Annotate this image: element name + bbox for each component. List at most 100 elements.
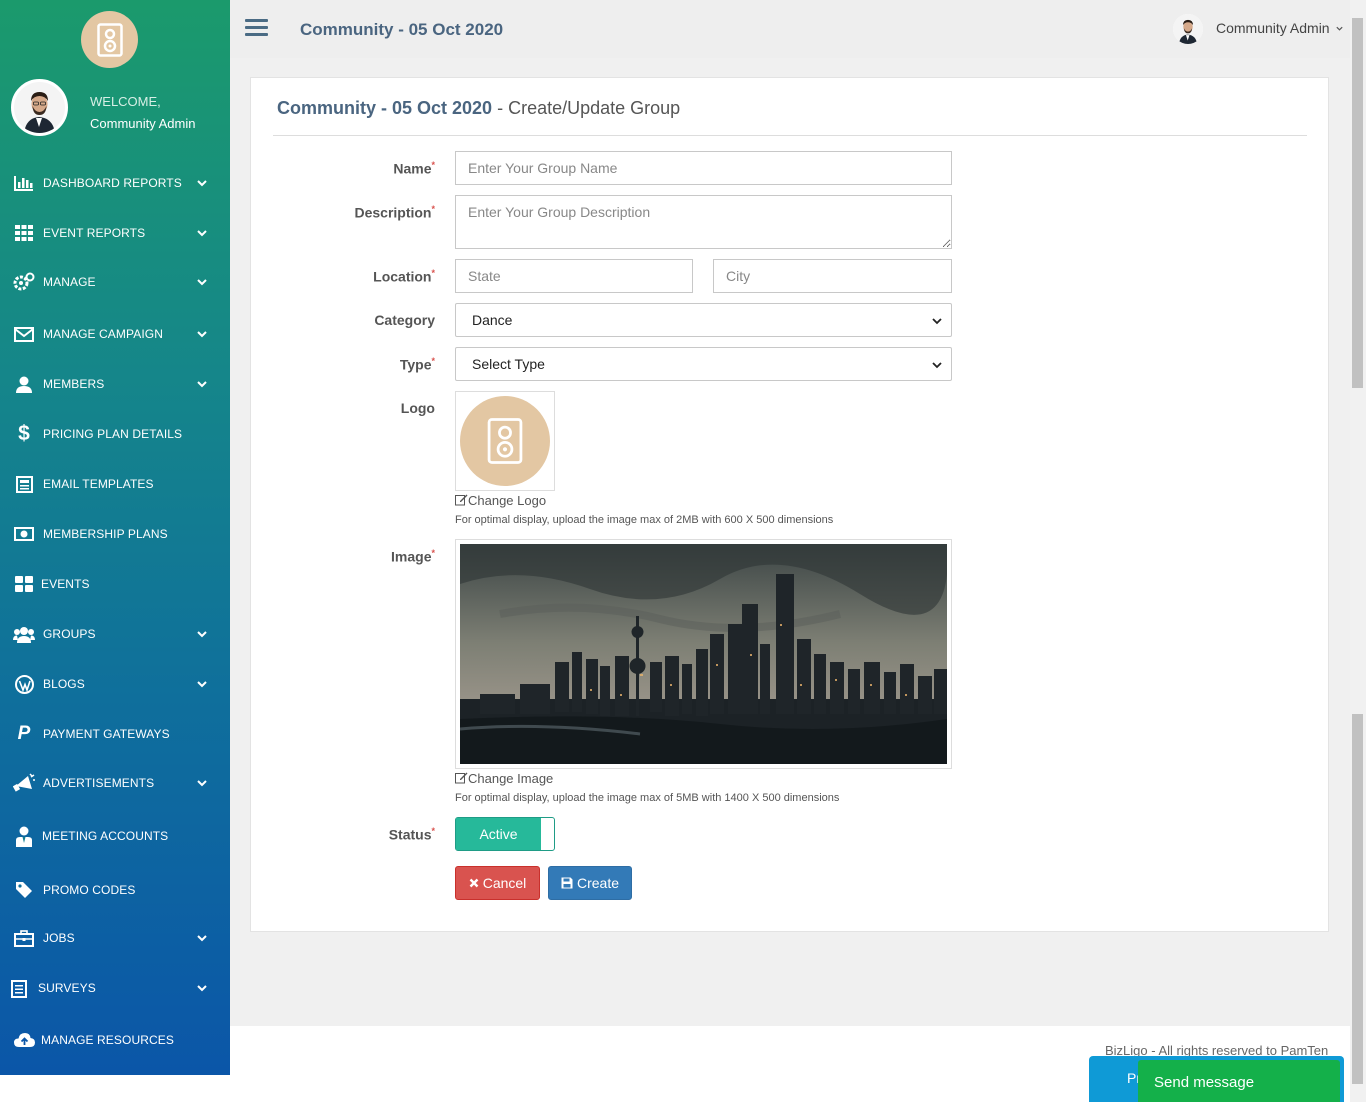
speaker-logo-icon[interactable] <box>81 11 138 68</box>
tag-icon <box>13 879 35 901</box>
send-message-button[interactable]: Send message <box>1138 1060 1340 1102</box>
sidebar-item-manage-campaign[interactable]: MANAGE CAMPAIGN <box>0 314 230 354</box>
type-value: Select Type <box>472 356 545 372</box>
form-title-main: Community - 05 Oct 2020 <box>277 98 493 118</box>
sidebar-item-membership-plans[interactable]: MEMBERSHIP PLANS <box>0 514 230 554</box>
sidebar-item-manage-resources[interactable]: MANAGE RESOURCES <box>0 1020 230 1060</box>
sidebar-item-groups[interactable]: GROUPS <box>0 614 230 654</box>
edit-icon <box>455 772 468 784</box>
th-large-icon <box>13 573 35 595</box>
users-icon <box>13 623 35 645</box>
chevron-down-icon <box>197 631 207 638</box>
sidebar-item-label: JOBS <box>43 931 75 945</box>
avatar <box>11 79 68 136</box>
dollar-icon: $ <box>18 422 30 445</box>
sidebar-item-members[interactable]: MEMBERS <box>0 364 230 404</box>
chevron-down-icon <box>197 180 207 187</box>
user-menu[interactable]: Community Admin <box>1216 20 1344 36</box>
newspaper-icon <box>13 473 35 495</box>
sidebar-item-label: DASHBOARD REPORTS <box>43 176 182 190</box>
sidebar-item-label: MANAGE <box>43 275 96 289</box>
sidebar-item-payment-gateways[interactable]: P PAYMENT GATEWAYS <box>0 714 230 754</box>
sidebar-item-label: GROUPS <box>43 627 96 641</box>
sidebar-item-blogs[interactable]: BLOGS <box>0 664 230 704</box>
group-name-input[interactable] <box>455 151 952 185</box>
chevron-down-icon <box>197 985 207 992</box>
avatar[interactable] <box>1173 14 1203 44</box>
sidebar-item-label: MANAGE RESOURCES <box>41 1033 174 1047</box>
envelope-icon <box>13 323 35 345</box>
type-select[interactable]: Select Type <box>455 347 952 381</box>
sidebar-item-advertisements[interactable]: ADVERTISEMENTS <box>0 763 230 803</box>
status-toggle[interactable]: Active <box>455 817 555 851</box>
form-title: Community - 05 Oct 2020 - Create/Update … <box>277 98 680 119</box>
cloud-upload-icon <box>13 1029 35 1051</box>
sidebar-item-label: EMAIL TEMPLATES <box>43 477 154 491</box>
sidebar-item-label: EVENT REPORTS <box>43 226 146 240</box>
sidebar-item-label: EVENTS <box>41 577 90 591</box>
location-label: Location* <box>373 268 435 285</box>
city-input[interactable] <box>713 259 952 293</box>
gears-icon <box>13 271 35 293</box>
sidebar-item-label: SURVEYS <box>38 981 96 995</box>
sidebar-item-email-templates[interactable]: EMAIL TEMPLATES <box>0 464 230 504</box>
bar-chart-icon <box>13 172 35 194</box>
grid-icon <box>13 222 35 244</box>
cancel-button[interactable]: Cancel <box>455 866 540 900</box>
create-button[interactable]: Create <box>548 866 632 900</box>
category-select[interactable]: Dance <box>455 303 952 337</box>
sidebar-item-label: PROMO CODES <box>43 883 136 897</box>
welcome-block: WELCOME, Community Admin <box>90 91 195 135</box>
chevron-down-icon <box>197 331 207 338</box>
sidebar-item-label: BLOGS <box>43 677 85 691</box>
scrollbar-thumb-lower[interactable] <box>1352 714 1363 1084</box>
sidebar-item-label: MEMBERS <box>43 377 105 391</box>
sidebar-item-label: MEMBERSHIP PLANS <box>43 527 168 541</box>
sidebar-item-promo-codes[interactable]: PROMO CODES <box>0 870 230 910</box>
image-preview <box>455 539 952 769</box>
sidebar-item-meeting-accounts[interactable]: MEETING ACCOUNTS <box>0 816 230 856</box>
group-description-input[interactable] <box>455 195 952 249</box>
sidebar-item-manage[interactable]: MANAGE <box>0 262 230 302</box>
chevron-down-icon <box>197 381 207 388</box>
sidebar-item-label: MEETING ACCOUNTS <box>42 829 169 843</box>
chevron-down-icon <box>932 362 942 369</box>
status-label: Status* <box>388 826 435 843</box>
chevron-down-icon <box>197 935 207 942</box>
money-icon <box>13 523 35 545</box>
scrollbar-thumb[interactable] <box>1352 18 1363 388</box>
user-name: Community Admin <box>1216 20 1330 36</box>
edit-icon <box>455 494 468 506</box>
change-logo-link[interactable]: Change Logo <box>455 493 546 508</box>
sidebar-item-events[interactable]: EVENTS <box>0 564 230 604</box>
clipboard-icon <box>8 977 30 999</box>
welcome-text: WELCOME, <box>90 94 161 109</box>
chevron-down-icon <box>1336 26 1344 31</box>
type-label: Type* <box>399 356 435 373</box>
sidebar-item-dashboard-reports[interactable]: DASHBOARD REPORTS <box>0 163 230 203</box>
chevron-down-icon <box>197 780 207 787</box>
category-value: Dance <box>472 312 513 328</box>
sidebar-item-label: ADVERTISEMENTS <box>43 776 155 790</box>
menu-toggle-icon[interactable] <box>245 19 268 37</box>
image-hint: For optimal display, upload the image ma… <box>455 792 840 804</box>
sidebar-item-surveys[interactable]: SURVEYS <box>0 968 230 1008</box>
chevron-down-icon <box>197 279 207 286</box>
page-title: Community - 05 Oct 2020 <box>300 20 504 39</box>
logo-label: Logo <box>400 400 435 416</box>
page-scrollbar[interactable] <box>1350 0 1366 1102</box>
logo-hint: For optimal display, upload the image ma… <box>455 514 834 526</box>
logo-preview <box>455 391 555 491</box>
state-input[interactable] <box>455 259 693 293</box>
chevron-down-icon <box>932 318 942 325</box>
wordpress-icon <box>13 673 35 695</box>
category-label: Category <box>374 312 435 328</box>
form-title-sub: - Create/Update Group <box>492 98 681 118</box>
save-icon <box>561 877 573 889</box>
chevron-down-icon <box>197 230 207 237</box>
welcome-user: Community Admin <box>90 116 196 131</box>
sidebar-item-event-reports[interactable]: EVENT REPORTS <box>0 213 230 253</box>
change-image-link[interactable]: Change Image <box>455 771 553 786</box>
sidebar-item-jobs[interactable]: JOBS <box>0 918 230 958</box>
sidebar-item-pricing-plan-details[interactable]: $ PRICING PLAN DETAILS <box>0 414 230 454</box>
